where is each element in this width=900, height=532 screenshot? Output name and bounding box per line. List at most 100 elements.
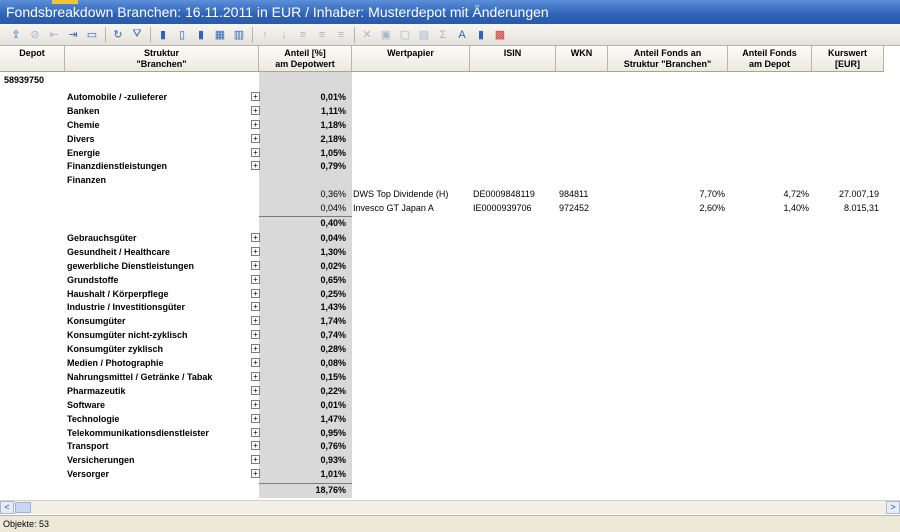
export-button[interactable]: ⇪ [8,27,24,43]
security-wkn: 972452 [559,203,590,214]
column-header-8[interactable]: Kurswert [EUR] [812,46,884,71]
chart-bar-button[interactable]: ▮ [473,27,489,43]
filter-off-button[interactable]: ⊘ [27,27,43,43]
branch-name[interactable]: Konsumgüter zyklisch [67,343,247,356]
group-button[interactable]: ▣ [378,27,394,43]
branch-name[interactable]: Industrie / Investitionsgüter [67,301,247,314]
column-header-label: Struktur [143,47,179,58]
delete-button[interactable]: ✕ [359,27,375,43]
expand-icon[interactable]: + [251,371,260,381]
branch-row: Technologie +1,47% [0,413,884,426]
bar-chart-3-button[interactable]: ▮ [193,27,209,43]
table-button[interactable]: ▥ [231,27,247,43]
branch-name[interactable]: Konsumgüter nicht-zyklisch [67,329,247,342]
expand-icon[interactable]: + [251,147,260,157]
bar-chart-button[interactable]: ▮ [155,27,171,43]
expand-icon[interactable]: + [251,344,260,354]
expand-icon[interactable]: + [251,302,260,312]
refresh-button[interactable]: ↻ [110,27,126,43]
security-wkn: 984811 [559,189,589,200]
funnel-button[interactable]: ⛛ [129,27,145,43]
column-header-sublabel: "Branchen" [136,58,187,69]
branch-name[interactable]: Konsumgüter [67,315,247,328]
sort-desc-button[interactable]: ↓ [276,27,292,43]
column-header-3[interactable]: Wertpapier [352,46,470,71]
expand-icon[interactable]: + [251,91,260,101]
column-header-4[interactable]: ISIN [470,46,556,71]
column-header-7[interactable]: Anteil Fonds am Depot [728,46,812,71]
align-right-button[interactable]: ≡ [333,27,349,43]
expand-icon[interactable]: + [251,385,260,395]
branch-name[interactable]: gewerbliche Dienstleistungen [67,260,247,273]
expand-icon[interactable]: + [251,133,260,143]
branch-name[interactable]: Gesundheit / Healthcare [67,246,247,259]
columns-button[interactable]: ▤ [416,27,432,43]
expand-icon[interactable]: + [251,455,260,465]
expand-icon[interactable]: + [251,105,260,115]
scroll-thumb[interactable] [15,502,31,513]
branch-name[interactable]: Gebrauchsgüter [67,232,247,245]
align-left-button[interactable]: ≡ [295,27,311,43]
expand-icon[interactable]: + [251,246,260,256]
branch-name[interactable]: Nahrungsmittel / Getränke / Tabak [67,371,247,384]
column-button[interactable]: ▭ [84,27,100,43]
align-center-button[interactable]: ≡ [314,27,330,43]
horizontal-scrollbar[interactable]: < > [0,500,900,514]
branch-name[interactable]: Technologie [67,413,247,426]
expand-icon[interactable]: + [251,161,260,171]
branch-name[interactable]: Finanzdienstleistungen [67,160,247,173]
column-header-1[interactable]: Struktur "Branchen" [65,46,259,71]
expand-icon[interactable]: + [251,330,260,340]
branch-name[interactable]: Grundstoffe [67,274,247,287]
expand-icon[interactable]: + [251,469,260,479]
branch-anteil: 2,18% [320,133,346,144]
branch-name[interactable]: Chemie [67,119,247,132]
expand-icon[interactable]: + [251,288,260,298]
expand-icon[interactable]: + [251,274,260,284]
branch-name[interactable]: Software [67,399,247,412]
align-right-icon: ≡ [337,28,345,41]
branch-name[interactable]: Transport [67,440,247,453]
chart-color-button[interactable]: ▩ [492,27,508,43]
branch-row-finanzen: Finanzen [0,174,884,187]
collapse-button[interactable]: ⇤ [46,27,62,43]
expand-icon[interactable]: + [251,316,260,326]
security-name[interactable]: DWS Top Dividende (H) [353,188,469,201]
sum-button[interactable]: Σ [435,27,451,43]
expand-icon[interactable]: + [251,260,260,270]
security-name[interactable]: Invesco GT Japan A [353,202,469,215]
column-header-0[interactable]: Depot [0,46,65,71]
expand-icon[interactable]: + [251,441,260,451]
toolbar: ⇪ ⊘ ⇤ ⇥ ▭ ↻ ⛛ ▮ ▯ ▮ ▦ ▥ ↑ ↓ ≡ ≡ ≡ ✕ ▣ ▢ ▤ Σ A ▮ ▩ [0,24,900,46]
branch-name[interactable]: Divers [67,133,247,146]
branch-name[interactable]: Telekommunikationsdienstleister [67,427,247,440]
branch-name[interactable]: Haushalt / Körperpflege [67,288,247,301]
expand-icon[interactable]: + [251,427,260,437]
expand-button[interactable]: ⇥ [65,27,81,43]
branch-name[interactable]: Pharmazeutik [67,385,247,398]
branch-name[interactable]: Energie [67,147,247,160]
column-header-2[interactable]: Anteil [%] am Depotwert [259,46,352,71]
expand-icon[interactable]: + [251,119,260,129]
branch-row: Energie +1,05% [0,147,884,160]
sort-asc-button[interactable]: ↑ [257,27,273,43]
branch-name[interactable]: Finanzen [67,174,247,187]
branch-name[interactable]: Versicherungen [67,454,247,467]
expand-icon[interactable]: + [251,413,260,423]
bar-chart-2-button[interactable]: ▯ [174,27,190,43]
expand-icon[interactable]: + [251,232,260,242]
branch-name[interactable]: Versorger [67,468,247,481]
scroll-left-button[interactable]: < [0,501,14,514]
ungroup-button[interactable]: ▢ [397,27,413,43]
column-header-6[interactable]: Anteil Fonds an Struktur "Branchen" [608,46,728,71]
branch-name[interactable]: Banken [67,105,247,118]
column-header-5[interactable]: WKN [556,46,608,71]
expand-icon[interactable]: + [251,399,260,409]
scroll-right-button[interactable]: > [886,501,900,514]
expand-icon[interactable]: + [251,358,260,367]
pivot-button[interactable]: ▦ [212,27,228,43]
branch-anteil: 1,43% [320,302,346,313]
branch-name[interactable]: Automobile / -zulieferer [67,91,247,104]
branch-name[interactable]: Medien / Photographie [67,357,247,370]
font-button[interactable]: A [454,27,470,43]
